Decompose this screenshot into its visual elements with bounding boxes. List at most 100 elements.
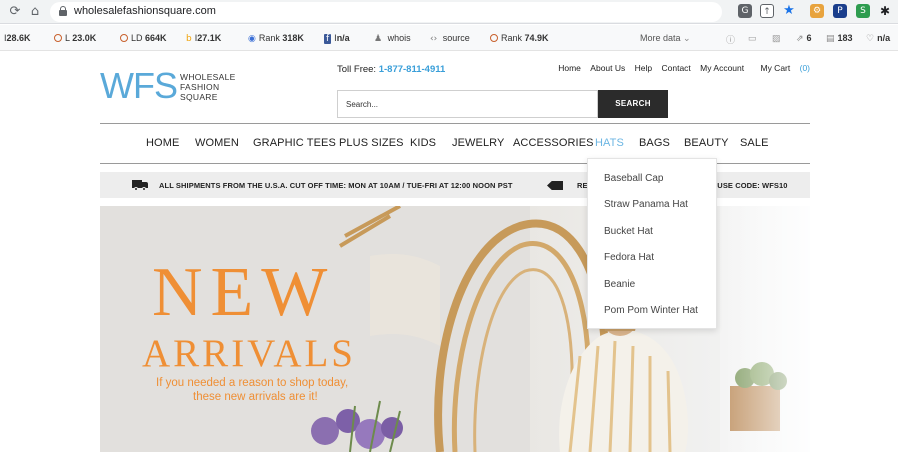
top-link-help[interactable]: Help xyxy=(635,63,652,73)
search-box xyxy=(337,90,598,118)
logo-word: SQUARE xyxy=(180,92,218,102)
nav-item-jewelry[interactable]: JEWELRY xyxy=(452,137,504,149)
seo-prefix: LD xyxy=(131,33,143,43)
nav-item-home[interactable]: HOME xyxy=(146,137,179,149)
seo-item-linking-domains[interactable]: LD 664K xyxy=(120,33,167,43)
dropdown-item-fedora-hat[interactable]: Fedora Hat xyxy=(604,252,654,263)
seo-item-source[interactable]: ‹› source xyxy=(430,33,470,44)
external-link-icon: ⇗ xyxy=(796,34,804,44)
toll-number-link[interactable]: 1-877-811-4911 xyxy=(379,64,446,75)
window-curtain xyxy=(720,206,810,452)
seo-prefix: Rank xyxy=(501,33,523,43)
dropdown-item-bucket-hat[interactable]: Bucket Hat xyxy=(604,226,653,237)
ring-icon xyxy=(120,34,128,42)
hero-tagline-1: If you needed a reason to shop today, xyxy=(156,377,349,389)
seo-item-links[interactable]: L 23.0K xyxy=(54,33,96,43)
bing-icon: b xyxy=(186,34,192,44)
main-nav: HOME WOMEN GRAPHIC TEES PLUS SIZES KIDS … xyxy=(100,123,810,163)
seo-value: whois xyxy=(387,33,411,43)
dropdown-item-baseball-cap[interactable]: Baseball Cap xyxy=(604,173,663,184)
seo-prefix: Rank xyxy=(258,33,280,43)
logo-word: FASHION xyxy=(180,82,220,92)
seo-item-heart[interactable]: ♡ n/a xyxy=(866,33,890,44)
top-links: Home About Us Help Contact My Account My… xyxy=(551,63,810,73)
seo-value: 27.1K xyxy=(197,33,222,43)
heart-icon: ♡ xyxy=(866,34,875,44)
logo-words: WHOLESALE FASHION SQUARE xyxy=(180,72,236,102)
extension-gear-icon[interactable]: ⚙ xyxy=(810,4,824,18)
dropdown-item-pom-pom-winter-hat[interactable]: Pom Pom Winter Hat xyxy=(604,305,698,316)
dropdown-item-straw-panama-hat[interactable]: Straw Panama Hat xyxy=(604,199,688,210)
seo-value: 23.0K xyxy=(72,33,97,43)
seo-value: 74.9K xyxy=(524,33,549,43)
seo-item-bing-index[interactable]: b I27.1K xyxy=(186,33,221,44)
toll-free-line: Toll Free: 1-877-811-4911 xyxy=(337,64,445,75)
seo-prefix: L xyxy=(65,33,70,43)
hero-title: NEW xyxy=(152,254,336,331)
toll-label: Toll Free: xyxy=(337,64,377,75)
seo-item-whois[interactable]: ♟ whois xyxy=(374,33,411,44)
browser-address-bar: ⟳ ⌂ wholesalefashionsquare.com G ↑ ★ ⚙ P… xyxy=(0,0,898,24)
code-icon: ‹› xyxy=(430,34,438,44)
logo-word: WHOLESALE xyxy=(180,72,236,82)
nav-item-women[interactable]: WOMEN xyxy=(195,137,239,149)
home-icon[interactable]: ⌂ xyxy=(26,3,44,21)
hero-subtitle: ARRIVALS xyxy=(142,332,356,375)
top-link-contact[interactable]: Contact xyxy=(662,63,691,73)
seo-value: source xyxy=(442,33,470,43)
extensions-puzzle-icon[interactable]: ✱ xyxy=(878,4,892,18)
image-icon[interactable]: ▨ xyxy=(772,33,781,44)
nav-item-hats[interactable]: HATS xyxy=(595,137,624,149)
search-input[interactable] xyxy=(338,91,597,117)
top-link-home[interactable]: Home xyxy=(558,63,581,73)
tag-icon xyxy=(547,181,563,190)
list-icon: ▤ xyxy=(826,34,835,44)
nav-item-accessories[interactable]: ACCESSORIES xyxy=(513,137,594,149)
nav-item-plus-sizes[interactable]: PLUS SIZES xyxy=(339,137,404,149)
nav-item-kids[interactable]: KIDS xyxy=(410,137,436,149)
more-data-button[interactable]: More data ⌄ xyxy=(640,33,694,44)
ring-icon xyxy=(490,34,498,42)
seo-item-internal[interactable]: ▤ 183 xyxy=(826,33,853,44)
page-icon[interactable]: ▭ xyxy=(748,33,757,44)
seo-item-external[interactable]: ⇗ 6 xyxy=(796,33,812,44)
semrush-icon: ◉ xyxy=(248,34,256,44)
reload-icon[interactable]: ⟳ xyxy=(6,3,24,21)
seo-value: n/a xyxy=(336,33,350,43)
more-data-label: More data xyxy=(640,33,681,43)
cart-count: (0) xyxy=(799,63,810,73)
ring-icon xyxy=(54,34,62,42)
seo-item-index[interactable]: I28.6K xyxy=(4,33,31,43)
nav-item-graphic-tees[interactable]: GRAPHIC TEES xyxy=(253,137,336,149)
shipping-cutoff-text: ALL SHIPMENTS FROM THE U.S.A. CUT OFF TI… xyxy=(159,181,513,190)
logo-mark: WFS xyxy=(100,65,178,106)
truck-icon xyxy=(132,180,148,191)
facebook-icon: f xyxy=(324,34,332,44)
top-link-about[interactable]: About Us xyxy=(590,63,625,73)
dropdown-item-beanie[interactable]: Beanie xyxy=(604,279,635,290)
top-link-cart[interactable]: My Cart (0) xyxy=(753,63,810,73)
translate-icon[interactable]: G xyxy=(738,4,752,18)
nav-item-bags[interactable]: BAGS xyxy=(639,137,670,149)
seo-toolbar: I28.6K L 23.0K LD 664K b I27.1K ◉ Rank 318… xyxy=(0,25,898,51)
extension-p-icon[interactable]: P xyxy=(833,4,847,18)
site-logo[interactable]: WFS WHOLESALE FASHION SQUARE xyxy=(100,65,235,108)
nav-item-sale[interactable]: SALE xyxy=(740,137,769,149)
seo-value: 318K xyxy=(282,33,304,43)
lock-icon xyxy=(59,6,67,16)
search-button[interactable]: SEARCH xyxy=(598,90,668,118)
chevron-down-icon: ⌄ xyxy=(683,34,691,44)
extension-s-icon[interactable]: S xyxy=(856,4,870,18)
url-text: wholesalefashionsquare.com xyxy=(74,5,216,17)
info-icon[interactable]: ⓘ xyxy=(726,33,735,46)
seo-item-rank-2[interactable]: Rank 74.9K xyxy=(490,33,549,43)
bookmark-star-icon[interactable]: ★ xyxy=(782,4,796,18)
top-link-account[interactable]: My Account xyxy=(700,63,744,73)
seo-value: 664K xyxy=(145,33,167,43)
seo-item-facebook[interactable]: f In/a xyxy=(324,33,350,44)
url-field[interactable]: wholesalefashionsquare.com xyxy=(50,2,722,22)
seo-item-rank[interactable]: ◉ Rank 318K xyxy=(248,33,304,44)
nav-item-beauty[interactable]: BEAUTY xyxy=(684,137,729,149)
share-icon[interactable]: ↑ xyxy=(760,4,774,18)
seo-value: 6 xyxy=(806,33,812,43)
